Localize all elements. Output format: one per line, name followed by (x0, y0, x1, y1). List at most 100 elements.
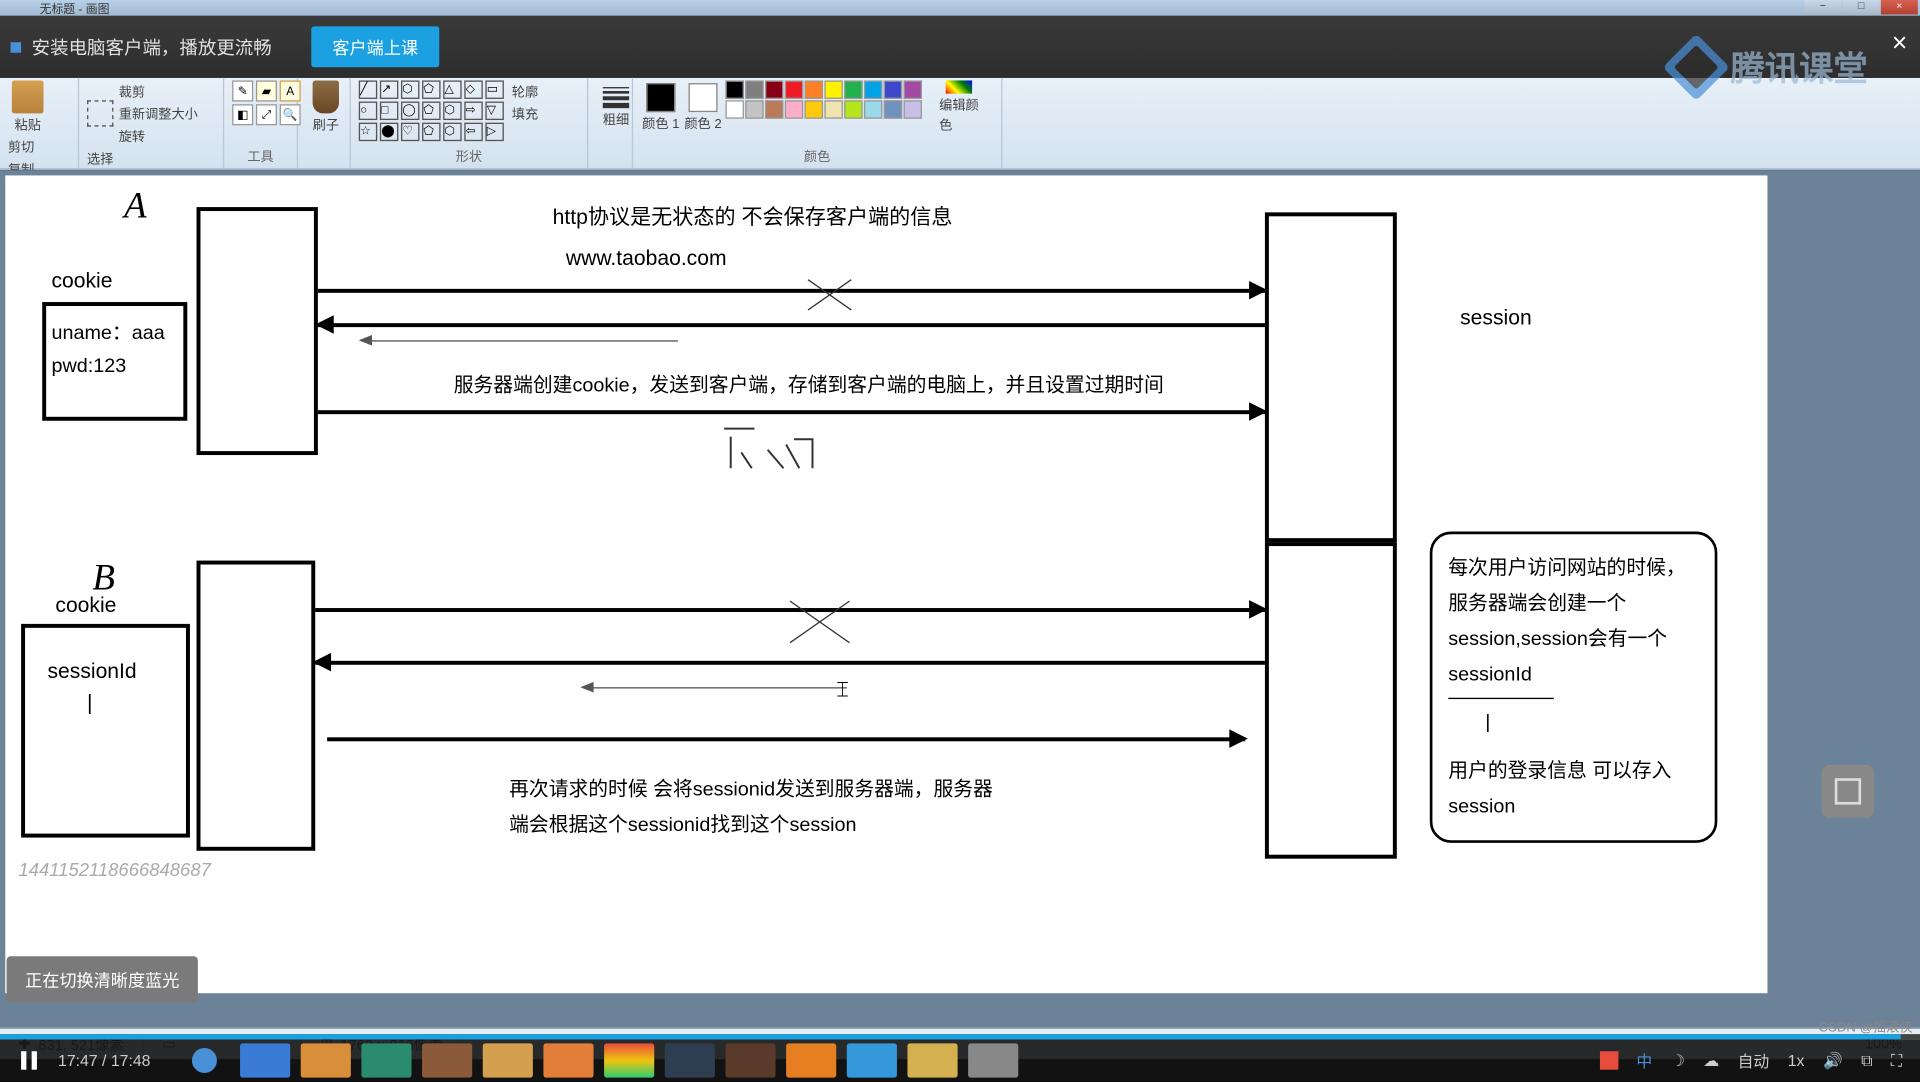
watermark-id: 1441152118666848687 (18, 859, 210, 880)
size-button[interactable]: 粗细 (596, 80, 636, 133)
video-progress[interactable] (0, 1034, 1920, 1039)
video-speed-button[interactable]: 1x (1788, 1051, 1805, 1069)
taskbar-word-icon[interactable] (847, 1043, 897, 1077)
color-swatch[interactable] (864, 100, 882, 118)
ribbon-brush-group: 刷子 (298, 78, 351, 169)
video-time: 17:47 / 17:48 (58, 1051, 150, 1069)
color-swatch[interactable] (904, 100, 922, 118)
color-swatch[interactable] (884, 100, 902, 118)
resize-button[interactable]: 重新调整大小 (119, 103, 198, 123)
arrow-req-b2 (327, 737, 1245, 741)
color-swatch[interactable] (904, 80, 922, 98)
color-swatch[interactable] (844, 80, 862, 98)
shapes-gallery[interactable]: ╱↗⬡⬠△◇▭ ○□◯⬠⬡⇨▽ ☆⬤♡⬠⬡⇦▷ (359, 80, 504, 141)
fullscreen-icon[interactable]: ⛶ (1891, 1051, 1902, 1071)
brand-dot-icon (11, 42, 22, 53)
tray-icon-1[interactable] (1599, 1051, 1617, 1069)
color-palette[interactable] (725, 80, 936, 118)
color-swatch[interactable] (725, 80, 743, 98)
color-swatch[interactable] (785, 80, 803, 98)
shape-outline-button[interactable]: 轮廓 (512, 80, 538, 100)
ribbon-tools-group: ✎ ▰ A ◧ ⤢ 🔍 工具 (224, 78, 298, 169)
color-swatch[interactable] (844, 100, 862, 118)
sketch-letter-b: B (92, 558, 115, 600)
pip-icon[interactable]: ⧉ (1861, 1051, 1872, 1071)
taskbar-app4-icon[interactable] (544, 1043, 594, 1077)
taskbar-app5-icon[interactable] (726, 1043, 776, 1077)
tray-moon-icon[interactable]: ☽ (1671, 1051, 1685, 1069)
taskbar-app3-icon[interactable] (483, 1043, 533, 1077)
video-control-bar: 17:47 / 17:48 中 ☽ ☁ 自动 1x 🔊 ⧉ ⛶ (0, 1039, 1920, 1081)
arrow-res-b1 (315, 661, 1265, 665)
color-swatch[interactable] (824, 100, 842, 118)
paint-window-controls: − □ × (1804, 0, 1917, 15)
picker-tool-icon[interactable]: ⤢ (256, 104, 277, 125)
win-min[interactable]: − (1804, 0, 1841, 15)
canvas-scroll-area[interactable]: A http协议是无状态的 不会保存客户端的信息 www.taobao.com … (0, 170, 1920, 1027)
session-explain-1: 每次用户访问网站的时候，服务器端会创建一个session,session会有一个… (1448, 550, 1699, 692)
taskbar-sublime-icon[interactable] (665, 1043, 715, 1077)
taskbar-folder-icon[interactable] (301, 1043, 351, 1077)
color-swatch[interactable] (765, 80, 783, 98)
color-swatch[interactable] (745, 80, 763, 98)
pencil-tool-icon[interactable]: ✎ (232, 80, 253, 101)
rotate-button[interactable]: 旋转 (119, 125, 198, 145)
session-explain-box: 每次用户访问网站的时候，服务器端会创建一个session,session会有一个… (1430, 532, 1718, 843)
cookie-b-label: cookie (55, 595, 116, 619)
win-close[interactable]: × (1881, 0, 1918, 15)
taskbar-ie-icon[interactable] (240, 1043, 290, 1077)
paste-button[interactable]: 粘贴 (8, 80, 48, 133)
taskbar-app7-icon[interactable] (968, 1043, 1018, 1077)
cut-button[interactable]: 剪切 (8, 136, 34, 156)
video-overlay-topbar: 安装电脑客户端，播放更流畅 客户端上课 × 腾讯课堂 (0, 16, 1920, 78)
tray-cloud-icon[interactable]: ☁ (1703, 1051, 1719, 1069)
win-max[interactable]: □ (1843, 0, 1880, 15)
cookie-desc: 服务器端创建cookie，发送到客户端，存储到客户端的电脑上，并且设置过期时间 (454, 371, 1164, 399)
brush-button[interactable]: 刷子 (306, 80, 346, 133)
server-b-box (1265, 542, 1397, 859)
color-swatch[interactable] (805, 100, 823, 118)
color-swatch[interactable] (725, 100, 743, 118)
color-swatch[interactable] (765, 100, 783, 118)
color-swatch[interactable] (805, 80, 823, 98)
color-swatch[interactable] (785, 100, 803, 118)
taskbar-app6-icon[interactable] (908, 1043, 958, 1077)
video-auto-button[interactable]: 自动 (1738, 1049, 1770, 1071)
taskbar-start-icon[interactable] (179, 1043, 229, 1077)
session-label: session (1460, 307, 1532, 331)
diagram-url: www.taobao.com (566, 248, 727, 272)
fill-tool-icon[interactable]: ▰ (256, 80, 277, 101)
sketch-doodle-1 (718, 426, 824, 479)
pause-button[interactable] (11, 1042, 48, 1079)
shape-fill-button[interactable]: 填充 (512, 103, 538, 123)
taskbar-firefox-icon[interactable] (786, 1043, 836, 1077)
taskbar-app1-icon[interactable] (361, 1043, 411, 1077)
color-swatch[interactable] (864, 80, 882, 98)
client-b-box (197, 561, 316, 851)
client-class-button[interactable]: 客户端上课 (311, 26, 439, 67)
ribbon-image-group: 裁剪 重新调整大小 旋转 选择 图像 (79, 78, 224, 169)
color1-button[interactable]: 颜色 1 (641, 80, 681, 133)
taskbar-chrome-icon[interactable] (604, 1043, 654, 1077)
feedback-cube-button[interactable] (1822, 765, 1875, 818)
select-icon[interactable] (87, 100, 113, 126)
color2-button[interactable]: 颜色 2 (683, 80, 723, 133)
server-a-box (1265, 212, 1397, 542)
color-swatch[interactable] (824, 80, 842, 98)
color-swatch[interactable] (745, 100, 763, 118)
client-a-box (197, 207, 318, 455)
paint-ribbon: 粘贴 剪切 复制 剪贴板 裁剪 重新调整大小 旋转 选择 图像 ✎ ▰ (0, 78, 1920, 170)
eraser-tool-icon[interactable]: ◧ (232, 104, 253, 125)
overlay-close-icon[interactable]: × (1892, 29, 1907, 59)
color-swatch[interactable] (884, 80, 902, 98)
taskbar-app2-icon[interactable] (422, 1043, 472, 1077)
sketch-x-2 (783, 584, 856, 657)
volume-icon[interactable]: 🔊 (1823, 1051, 1843, 1069)
arrow-req-2 (318, 410, 1265, 414)
arrow-req-1 (318, 289, 1265, 293)
crop-button[interactable]: 裁剪 (119, 80, 198, 100)
paint-canvas[interactable]: A http协议是无状态的 不会保存客户端的信息 www.taobao.com … (5, 175, 1767, 993)
csdn-watermark: CSDN @摇滚侠 (1819, 1016, 1913, 1036)
tray-ime[interactable]: 中 (1636, 1049, 1652, 1071)
edit-colors-button[interactable]: 编辑颜色 (939, 80, 979, 133)
